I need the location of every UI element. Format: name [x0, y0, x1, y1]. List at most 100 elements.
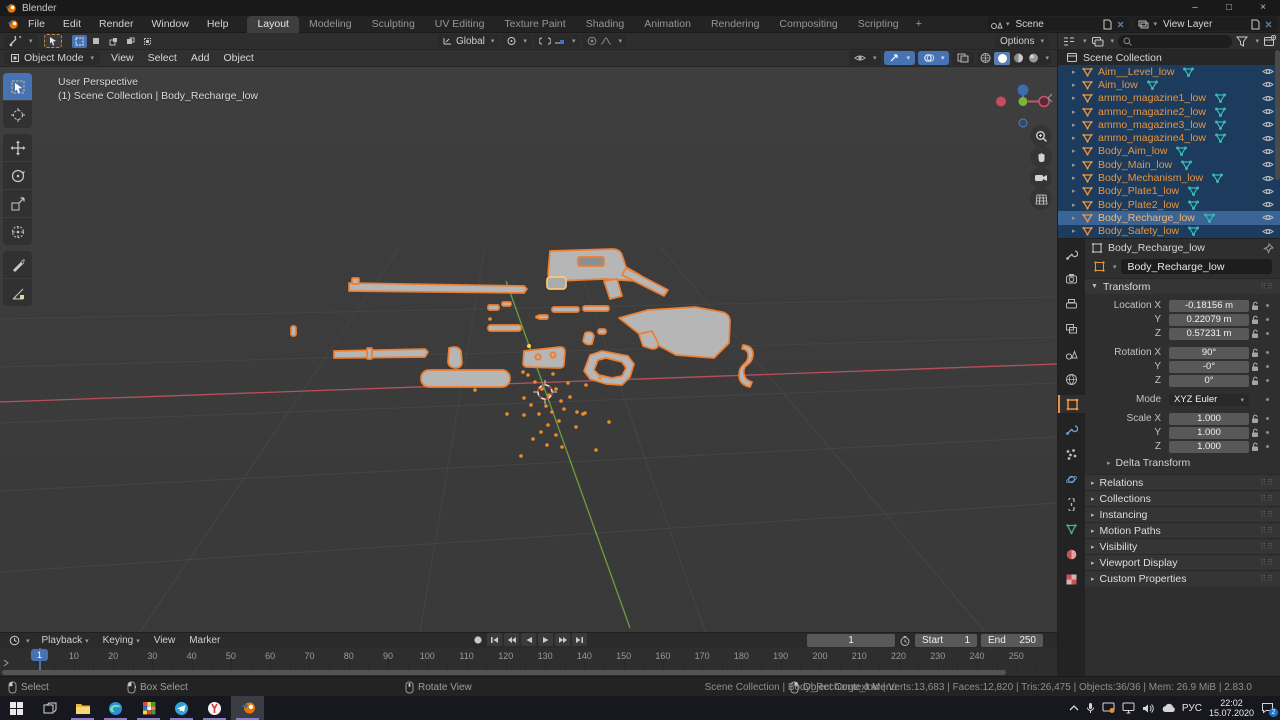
jump-to-end-button[interactable] — [572, 633, 587, 646]
start-button[interactable] — [0, 696, 33, 720]
tab-animation[interactable]: Animation — [634, 16, 701, 33]
rotation-mode-dropdown[interactable]: XYZ Euler ▾ — [1169, 393, 1249, 406]
show-object-types-dropdown[interactable]: ▾ — [848, 51, 882, 65]
expand-arrow-icon[interactable]: ▸ — [1072, 68, 1082, 76]
panel-instancing[interactable]: ▸ Instancing ⠿⠿ — [1085, 506, 1280, 522]
record-button[interactable] — [470, 633, 485, 646]
animate-dot[interactable] — [1262, 365, 1273, 368]
animate-dot[interactable] — [1262, 398, 1273, 401]
lock-icon[interactable] — [1249, 362, 1262, 372]
outliner-scrollbar[interactable] — [1275, 50, 1280, 180]
microphone-icon[interactable] — [1086, 702, 1095, 714]
outliner-item-body_aim_low[interactable]: ▸ Body_Aim_low — [1058, 144, 1280, 159]
material-shading-icon[interactable] — [1012, 52, 1025, 64]
visibility-eye-icon[interactable] — [1262, 67, 1274, 76]
onedrive-cloud-icon[interactable] — [1161, 703, 1175, 713]
transform-panel-header[interactable]: ▼ Transform ⠿⠿ — [1085, 278, 1280, 294]
expand-arrow-icon[interactable]: ▸ — [1072, 187, 1082, 195]
current-frame-field[interactable]: 1 — [807, 634, 895, 647]
unlink-scene-icon[interactable] — [1114, 19, 1127, 30]
volume-icon[interactable] — [1142, 703, 1154, 714]
scene-collection-row[interactable]: Scene Collection — [1058, 50, 1280, 65]
active-tool-button[interactable] — [43, 34, 62, 48]
timeline-editor-type[interactable]: ▾ — [4, 633, 35, 648]
animate-dot[interactable] — [1262, 417, 1273, 420]
timeline-scrollbar[interactable] — [2, 670, 1006, 675]
select-mode-set[interactable] — [71, 34, 87, 48]
pin-icon[interactable] — [1263, 242, 1274, 254]
editor-type-button[interactable]: ▾ — [4, 34, 38, 48]
zoom-button[interactable] — [1030, 125, 1052, 147]
outliner-item-body_plate1_low[interactable]: ▸ Body_Plate1_low — [1058, 184, 1280, 198]
outliner-item-ammo_magazine2_low[interactable]: ▸ ammo_magazine2_low — [1058, 104, 1280, 119]
end-frame-field[interactable]: End 250 — [981, 634, 1043, 647]
tab-compositing[interactable]: Compositing — [769, 16, 847, 33]
mesh-parts[interactable] — [290, 248, 754, 388]
delta-transform-panel[interactable]: ▸ Delta Transform — [1085, 456, 1280, 470]
outliner-item-ammo_magazine3_low[interactable]: ▸ ammo_magazine3_low — [1058, 118, 1280, 132]
outliner-item-aim__level_low[interactable]: ▸ Aim__Level_low — [1058, 65, 1280, 79]
mode-dropdown[interactable]: Object Mode ▾ — [4, 51, 101, 65]
scene-selector[interactable]: ▾ Scene — [987, 17, 1130, 31]
expand-arrow-icon[interactable]: ▸ — [1072, 227, 1082, 235]
tab-physics[interactable] — [1058, 470, 1085, 488]
panel-custom-properties[interactable]: ▸ Custom Properties ⠿⠿ — [1085, 570, 1280, 586]
display-mode-icon[interactable] — [1091, 36, 1104, 47]
timeline-expand-icon[interactable] — [2, 658, 10, 668]
select-mode-extend[interactable] — [88, 34, 104, 48]
timeline-menu-playback[interactable]: Playback ▾ — [35, 635, 96, 646]
visibility-eye-icon[interactable] — [1262, 80, 1274, 89]
select-mode-subtract[interactable] — [105, 34, 121, 48]
expand-arrow-icon[interactable]: ▸ — [1072, 121, 1082, 129]
wireframe-shading-icon[interactable] — [979, 52, 992, 64]
rotation-x-field[interactable]: 90° — [1169, 346, 1249, 359]
tab-tool[interactable] — [1058, 245, 1085, 263]
add-workspace-button[interactable]: + — [909, 18, 929, 30]
rendered-shading-icon[interactable] — [1027, 52, 1040, 64]
tab-modifiers[interactable] — [1058, 420, 1085, 438]
expand-arrow-icon[interactable]: ▸ — [1072, 201, 1082, 209]
ortho-toggle-button[interactable] — [1030, 188, 1052, 210]
tool-move[interactable] — [3, 134, 32, 161]
tab-world[interactable] — [1058, 370, 1085, 388]
outliner-item-ammo_magazine4_low[interactable]: ▸ ammo_magazine4_low — [1058, 131, 1280, 145]
tool-select-box[interactable] — [3, 73, 32, 100]
panel-collections[interactable]: ▸ Collections ⠿⠿ — [1085, 490, 1280, 506]
menu-render[interactable]: Render — [90, 16, 142, 33]
prev-keyframe-button[interactable] — [504, 633, 519, 646]
select-mode-intersect[interactable] — [139, 34, 155, 48]
expand-arrow-icon[interactable]: ▸ — [1072, 161, 1082, 169]
tab-modeling[interactable]: Modeling — [299, 16, 362, 33]
rotation-z-field[interactable]: 0° — [1169, 374, 1249, 387]
viewport-menu-object[interactable]: Object — [217, 51, 261, 66]
tab-material[interactable] — [1058, 545, 1085, 563]
lock-icon[interactable] — [1249, 442, 1262, 452]
tab-sculpting[interactable]: Sculpting — [362, 16, 425, 33]
visibility-eye-icon[interactable] — [1262, 213, 1274, 222]
timeline-menu-marker[interactable]: Marker — [182, 635, 227, 646]
viewport-3d[interactable]: User Perspective (1) Scene Collection | … — [0, 67, 1057, 632]
lock-icon[interactable] — [1249, 376, 1262, 386]
task-view-button[interactable] — [33, 696, 66, 720]
lock-icon[interactable] — [1249, 301, 1262, 311]
tool-cursor[interactable] — [3, 101, 32, 128]
visibility-eye-icon[interactable] — [1262, 94, 1274, 103]
expand-arrow-icon[interactable]: ▸ — [1072, 174, 1082, 182]
clock[interactable]: 22:02 15.07.2020 — [1209, 698, 1254, 718]
filter-icon[interactable] — [1236, 36, 1249, 47]
close-button[interactable]: × — [1246, 0, 1280, 16]
visibility-eye-icon[interactable] — [1262, 174, 1274, 183]
object-name-field[interactable]: Body_Recharge_low — [1120, 259, 1272, 274]
lock-icon[interactable] — [1249, 315, 1262, 325]
menu-edit[interactable]: Edit — [54, 16, 90, 33]
jump-to-start-button[interactable] — [487, 633, 502, 646]
animate-dot[interactable] — [1262, 332, 1273, 335]
tool-transform[interactable] — [3, 218, 32, 245]
tab-texture-paint[interactable]: Texture Paint — [494, 16, 575, 33]
outliner-item-body_plate2_low[interactable]: ▸ Body_Plate2_low — [1058, 197, 1280, 212]
outliner-editor-icon[interactable] — [1062, 36, 1076, 47]
view-layer-selector[interactable]: ▾ View Layer — [1135, 17, 1277, 31]
menu-file[interactable]: File — [19, 16, 54, 33]
visibility-eye-icon[interactable] — [1262, 160, 1274, 169]
expand-arrow-icon[interactable]: ▸ — [1072, 81, 1082, 89]
